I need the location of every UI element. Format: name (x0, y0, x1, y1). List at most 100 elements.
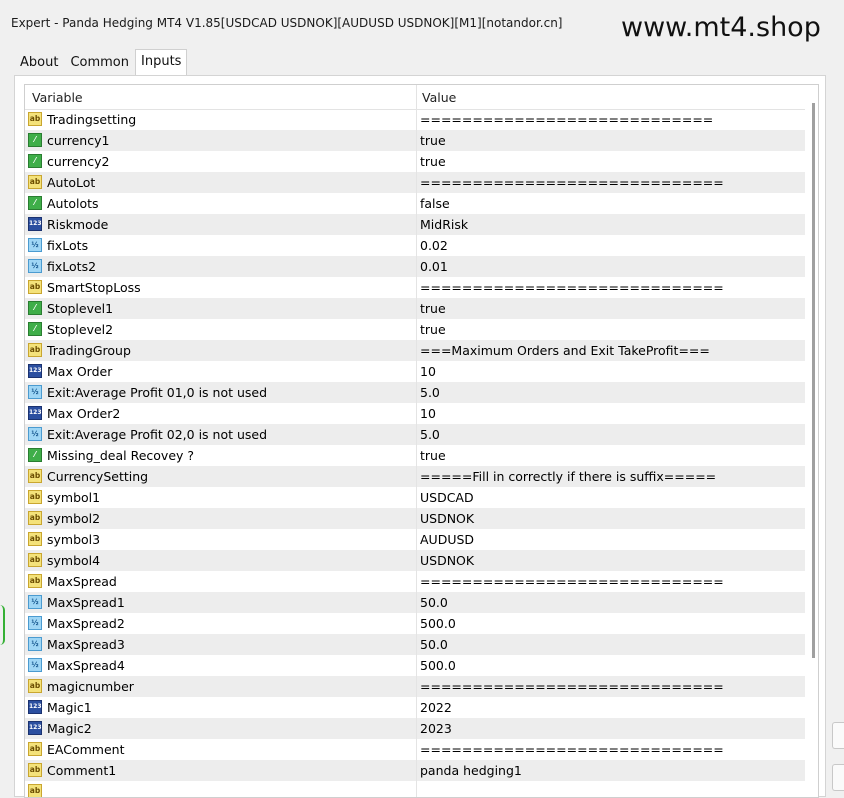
vertical-scrollbar[interactable] (809, 85, 818, 797)
table-row[interactable]: ½ MaxSpread3 50.0 (25, 634, 805, 655)
tab-bar: About Common Inputs (14, 49, 188, 77)
table-row[interactable]: ½ MaxSpread2 500.0 (25, 613, 805, 634)
variable-value[interactable]: false (420, 193, 450, 214)
table-row[interactable]: ⁄ Stoplevel2 true (25, 319, 805, 340)
variable-value[interactable]: ============================= (420, 739, 724, 760)
variable-value[interactable]: 50.0 (420, 592, 448, 613)
table-row[interactable]: 123 Max Order2 10 (25, 403, 805, 424)
background-chart-edge (0, 605, 5, 645)
variable-value[interactable]: 10 (420, 403, 436, 424)
table-row[interactable]: ½ MaxSpread1 50.0 (25, 592, 805, 613)
side-button-top[interactable] (832, 722, 844, 749)
variable-value[interactable]: 2022 (420, 697, 452, 718)
variable-name: currency2 (47, 154, 110, 169)
table-row[interactable]: ⁄ Missing_deal Recovey ? true (25, 445, 805, 466)
cell-divider (416, 361, 417, 382)
variable-value[interactable]: true (420, 130, 446, 151)
variable-value[interactable]: panda hedging1 (420, 760, 522, 781)
variable-value[interactable]: 2023 (420, 718, 452, 739)
variable-value[interactable]: 50.0 (420, 634, 448, 655)
table-row[interactable]: ab magicnumber ===========================… (25, 676, 805, 697)
variable-name: Magic2 (47, 721, 92, 736)
table-row[interactable]: ⁄ currency2 true (25, 151, 805, 172)
table-row[interactable]: ⁄ currency1 true (25, 130, 805, 151)
variable-value[interactable]: ============================= (420, 277, 724, 298)
variable-value[interactable]: 0.02 (420, 235, 448, 256)
table-row[interactable]: ½ fixLots 0.02 (25, 235, 805, 256)
cell-divider (416, 781, 417, 797)
table-row[interactable]: ab (25, 781, 805, 797)
variable-value[interactable]: true (420, 298, 446, 319)
string-type-icon: ab (28, 763, 42, 777)
table-row[interactable]: ab AutoLot ============================= (25, 172, 805, 193)
table-row[interactable]: ab Tradingsetting ========================… (25, 109, 805, 130)
tab-about[interactable]: About (14, 50, 65, 76)
variable-value[interactable]: MidRisk (420, 214, 468, 235)
string-type-icon: ab (28, 490, 42, 504)
column-divider[interactable] (416, 85, 417, 109)
side-button-bottom[interactable] (832, 764, 844, 791)
cell-divider (416, 151, 417, 172)
cell-divider (416, 424, 417, 445)
variable-name: Riskmode (47, 217, 109, 232)
variable-name: magicnumber (47, 679, 134, 694)
tab-common[interactable]: Common (64, 50, 135, 76)
table-row[interactable]: ab TradingGroup ===Maximum Orders and Exit… (25, 340, 805, 361)
table-row[interactable]: ½ Exit:Average Profit 01,0 is not used 5.0 (25, 382, 805, 403)
variable-value[interactable]: 5.0 (420, 424, 440, 445)
variable-value[interactable]: AUDUSD (420, 529, 474, 550)
table-row[interactable]: ⁄ Stoplevel1 true (25, 298, 805, 319)
table-row[interactable]: ab SmartStopLoss =========================… (25, 277, 805, 298)
tab-inputs[interactable]: Inputs (135, 49, 188, 77)
window-titlebar: Expert - Panda Hedging MT4 V1.85[USDCAD … (0, 0, 844, 44)
table-row[interactable]: 123 Riskmode MidRisk (25, 214, 805, 235)
variable-value[interactable]: ============================= (420, 676, 724, 697)
table-row[interactable]: ½ Exit:Average Profit 02,0 is not used 5.0 (25, 424, 805, 445)
variable-value[interactable]: =====Fill in correctly if there is suffi… (420, 466, 716, 487)
variable-name: Stoplevel2 (47, 322, 114, 337)
table-row[interactable]: 123 Max Order 10 (25, 361, 805, 382)
variable-value[interactable]: 500.0 (420, 613, 456, 634)
variable-value[interactable]: USDCAD (420, 487, 474, 508)
variable-value[interactable]: true (420, 445, 446, 466)
column-header-value[interactable]: Value (422, 90, 456, 105)
string-type-icon: ab (28, 469, 42, 483)
variable-value[interactable]: true (420, 151, 446, 172)
table-row[interactable]: 123 Magic1 2022 (25, 697, 805, 718)
table-row[interactable]: ab MaxSpread ============================= (25, 571, 805, 592)
string-type-icon: ab (28, 511, 42, 525)
variable-name: fixLots (47, 238, 89, 253)
variable-value[interactable]: 500.0 (420, 655, 456, 676)
table-row[interactable]: ab symbol4 USDNOK (25, 550, 805, 571)
variable-value[interactable]: 5.0 (420, 382, 440, 403)
double-type-icon: ½ (28, 658, 42, 672)
column-header-variable[interactable]: Variable (32, 90, 83, 105)
variable-value[interactable]: ============================ (420, 109, 713, 130)
variable-value[interactable]: true (420, 319, 446, 340)
scrollbar-thumb[interactable] (812, 103, 815, 658)
cell-divider (416, 508, 417, 529)
variable-value[interactable]: USDNOK (420, 508, 474, 529)
table-row[interactable]: ½ fixLots2 0.01 (25, 256, 805, 277)
table-row[interactable]: ½ MaxSpread4 500.0 (25, 655, 805, 676)
table-row[interactable]: ab Comment1 panda hedging1 (25, 760, 805, 781)
variable-value[interactable]: 0.01 (420, 256, 448, 277)
table-row[interactable]: ab EAComment ============================= (25, 739, 805, 760)
table-row[interactable]: ⁄ Autolots false (25, 193, 805, 214)
table-row[interactable]: ab symbol1 USDCAD (25, 487, 805, 508)
table-row[interactable]: ab symbol2 USDNOK (25, 508, 805, 529)
variable-name: Tradingsetting (47, 112, 137, 127)
cell-divider (416, 130, 417, 151)
variable-name: Autolots (47, 196, 99, 211)
variable-value[interactable]: 10 (420, 361, 436, 382)
variable-value[interactable]: USDNOK (420, 550, 474, 571)
variable-name: Stoplevel1 (47, 301, 114, 316)
variable-value[interactable]: ============================= (420, 571, 724, 592)
table-row[interactable]: ab CurrencySetting =====Fill in correctly … (25, 466, 805, 487)
table-row[interactable]: ab symbol3 AUDUSD (25, 529, 805, 550)
grid-rows: ab Tradingsetting ========================… (25, 109, 805, 797)
variable-value[interactable]: ===Maximum Orders and Exit TakeProfit=== (420, 340, 710, 361)
inputs-panel: Variable Value ab Tradingsetting =========… (14, 75, 826, 798)
table-row[interactable]: 123 Magic2 2023 (25, 718, 805, 739)
variable-value[interactable]: ============================= (420, 172, 724, 193)
